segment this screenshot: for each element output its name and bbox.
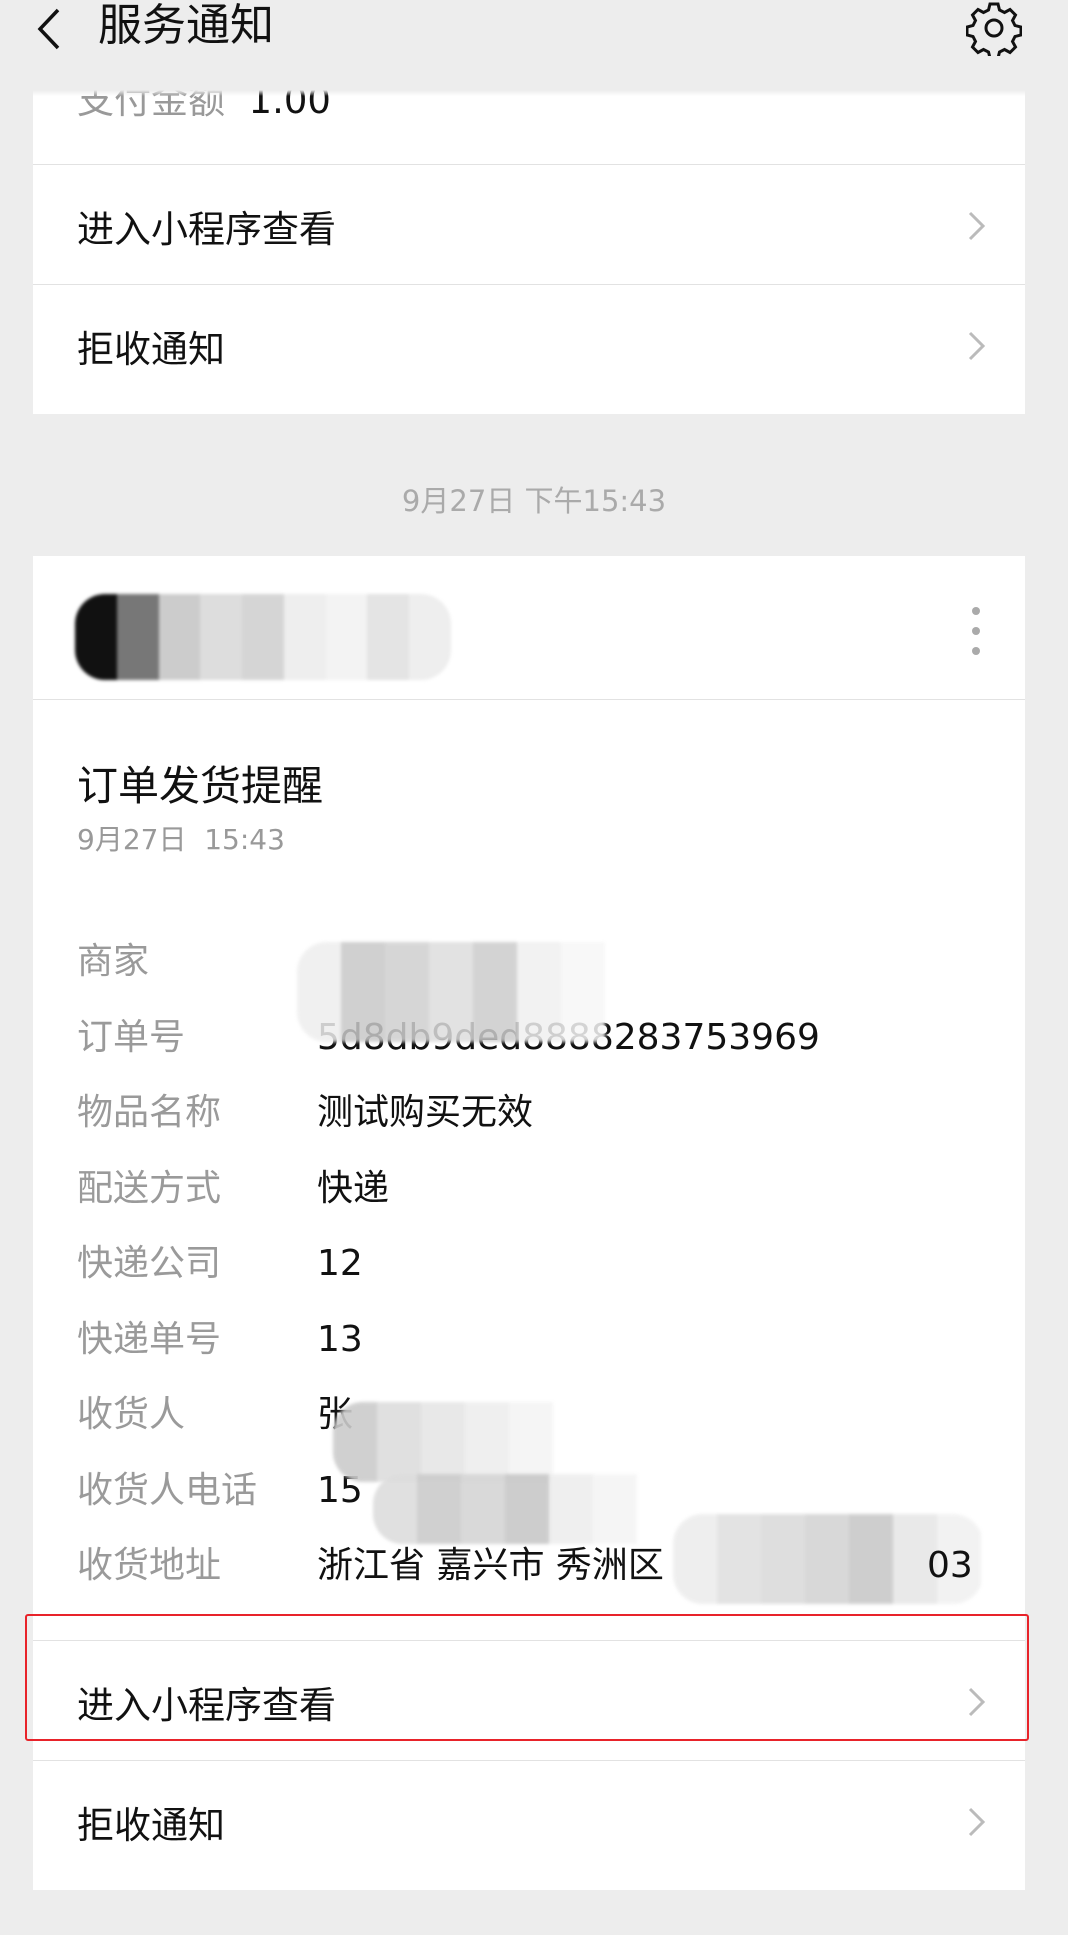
notification-card-previous: 支付金额 1.00 进入小程序查看 拒收通知: [33, 60, 1025, 414]
divider: [33, 1760, 1025, 1761]
chevron-right-icon: [968, 331, 986, 361]
chevron-right-icon: [968, 1807, 986, 1837]
divider: [33, 699, 1025, 700]
timestamp: 9月27日 下午15:43: [401, 484, 667, 518]
field-row: 快递公司 12: [77, 1226, 1017, 1301]
row-label: 拒收通知: [77, 1804, 225, 1847]
field-row: 快递单号 13: [77, 1302, 1017, 1377]
row-label: 进入小程序查看: [77, 208, 336, 251]
field-label: 收货人: [77, 1394, 186, 1435]
field-label: 物品名称: [77, 1092, 222, 1133]
notification-date: 9月27日 15:43: [77, 823, 285, 856]
reject-notification-button[interactable]: 拒收通知: [33, 287, 1025, 405]
notification-card-shipping: 订单发货提醒 9月27日 15:43 商家订单号5d8db9ded8888283…: [33, 556, 1025, 1890]
field-label: 快递公司: [77, 1243, 222, 1284]
merchant-header[interactable]: [33, 556, 1025, 699]
field-value: 快递: [317, 1167, 390, 1209]
field-label: 订单号: [77, 1016, 186, 1058]
field-row: 配送方式 快递: [77, 1151, 1017, 1226]
open-miniprogram-button[interactable]: 进入小程序查看: [33, 167, 1025, 285]
chevron-right-icon: [968, 1687, 986, 1717]
field-label: 快递单号: [77, 1318, 222, 1360]
field-value: 12: [317, 1243, 363, 1284]
avatar-blurred: [75, 594, 451, 680]
blurred-personal-info: [333, 1402, 633, 1482]
row-label: 进入小程序查看: [77, 1684, 336, 1727]
field-label: 收货地址: [77, 1545, 222, 1586]
chevron-right-icon: [968, 211, 986, 241]
notification-title: 订单发货提醒: [77, 762, 323, 810]
divider: [33, 284, 1025, 285]
row-label: 拒收通知: [77, 328, 225, 371]
nav-bar: 服务通知: [0, 0, 1068, 90]
divider: [33, 1640, 1025, 1641]
field-row: 物品名称 测试购买无效: [77, 1075, 1017, 1150]
open-miniprogram-button[interactable]: 进入小程序查看: [33, 1643, 1025, 1761]
blurred-merchant: [297, 942, 637, 1042]
divider: [33, 164, 1025, 165]
blurred-phone: [373, 1474, 673, 1544]
address-tail: 03: [927, 1545, 973, 1586]
gear-icon[interactable]: [966, 0, 1022, 56]
field-value: 13: [317, 1318, 363, 1360]
page-title: 服务通知: [98, 0, 274, 51]
header-shadow: [0, 90, 1068, 96]
more-vertical-icon[interactable]: [971, 606, 981, 656]
reject-notification-button[interactable]: 拒收通知: [33, 1763, 1025, 1881]
field-label: 商家: [77, 941, 150, 982]
chevron-left-icon[interactable]: [30, 4, 70, 54]
field-label: 收货人电话: [77, 1469, 258, 1511]
field-label: 配送方式: [77, 1167, 222, 1209]
field-value: 测试购买无效: [317, 1092, 534, 1133]
